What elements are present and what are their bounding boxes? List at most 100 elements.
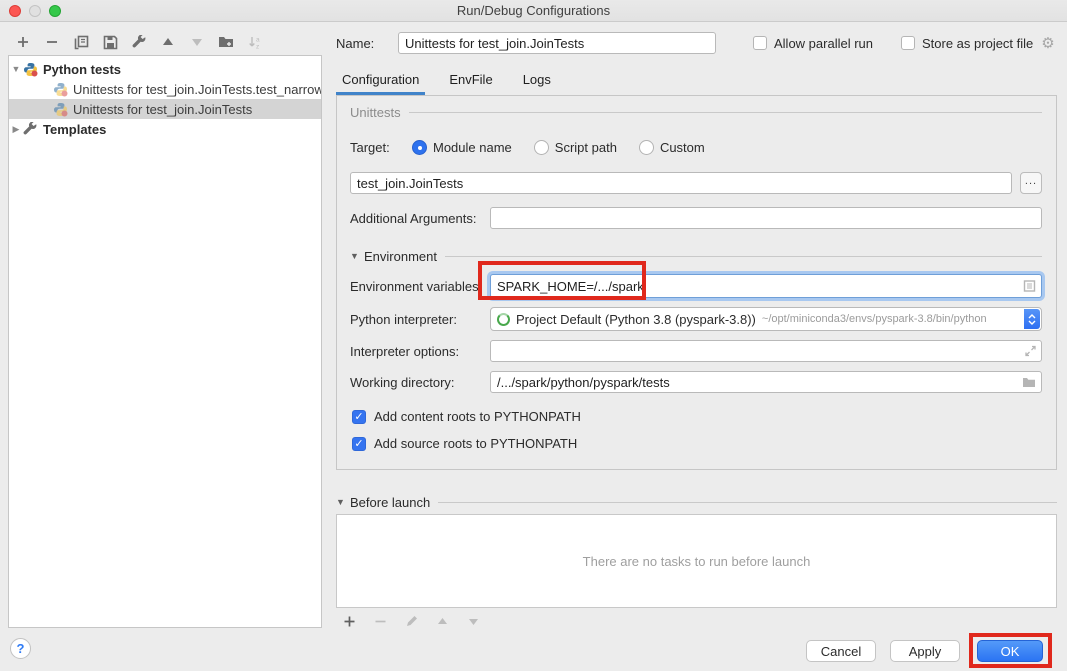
- environment-variables-label: Environment variables:: [350, 279, 490, 294]
- before-launch-empty-text: There are no tasks to run before launch: [583, 554, 811, 569]
- copy-icon[interactable]: [72, 33, 90, 51]
- radio-script-path[interactable]: Script path: [534, 140, 617, 155]
- checkbox-checked[interactable]: ✓: [352, 410, 366, 424]
- python-test-icon: [53, 102, 68, 117]
- checkbox-unchecked[interactable]: [753, 36, 767, 50]
- tree-item-label: Unittests for test_join.JoinTests: [73, 102, 252, 117]
- ok-button[interactable]: OK: [977, 640, 1043, 662]
- allow-parallel-run-label: Allow parallel run: [774, 36, 873, 51]
- add-task-icon[interactable]: [340, 612, 358, 630]
- gear-icon[interactable]: ⚙: [1041, 36, 1054, 51]
- add-content-roots-label: Add content roots to PYTHONPATH: [374, 409, 581, 424]
- add-source-roots-label: Add source roots to PYTHONPATH: [374, 436, 577, 451]
- configuration-panel: Unittests Target: Module name Script pat…: [336, 95, 1057, 470]
- apply-button[interactable]: Apply: [890, 640, 960, 662]
- add-icon[interactable]: [14, 33, 32, 51]
- module-name-row: test_join.JoinTests ...: [350, 172, 1042, 194]
- move-up-icon[interactable]: [159, 33, 177, 51]
- browse-variables-icon[interactable]: [1023, 280, 1036, 293]
- chevron-down-icon[interactable]: ▼: [9, 64, 23, 74]
- tree-item-templates[interactable]: ▶ Templates: [9, 119, 321, 139]
- python-interpreter-select[interactable]: Project Default (Python 3.8 (pyspark-3.8…: [490, 307, 1042, 331]
- create-new-folder-icon[interactable]: [217, 33, 235, 51]
- environment-variables-input[interactable]: SPARK_HOME=/.../spark: [490, 274, 1042, 298]
- browse-button[interactable]: ...: [1020, 172, 1042, 194]
- help-button[interactable]: ?: [10, 638, 31, 659]
- radio-script-path-label: Script path: [555, 140, 617, 155]
- configurations-toolbar: az: [14, 32, 264, 52]
- tree-item-label: Templates: [43, 122, 106, 137]
- additional-arguments-label: Additional Arguments:: [350, 211, 490, 226]
- tree-item-label: Python tests: [43, 62, 121, 77]
- radio-icon[interactable]: [639, 140, 654, 155]
- radio-custom[interactable]: Custom: [639, 140, 705, 155]
- name-value: Unittests for test_join.JoinTests: [405, 36, 584, 51]
- store-as-project-file-label: Store as project file: [922, 36, 1033, 51]
- python-interpreter-path: ~/opt/miniconda3/envs/pyspark-3.8/bin/py…: [762, 313, 987, 325]
- environment-section-label: Environment: [364, 249, 437, 264]
- python-interpreter-label: Python interpreter:: [350, 312, 490, 327]
- tree-item-jointests-selected[interactable]: Unittests for test_join.JoinTests: [9, 99, 321, 119]
- environment-section-header[interactable]: ▼ Environment: [350, 248, 1042, 264]
- select-stepper-icon[interactable]: [1024, 309, 1040, 329]
- store-as-project-file-checkbox[interactable]: Store as project file: [901, 36, 1033, 51]
- name-row: Name: Unittests for test_join.JoinTests …: [336, 31, 1057, 55]
- working-directory-input[interactable]: /.../spark/python/pyspark/tests: [490, 371, 1042, 393]
- remove-task-icon: [371, 612, 389, 630]
- python-interpreter-row: Python interpreter: Project Default (Pyt…: [350, 307, 1042, 331]
- before-launch-task-list[interactable]: There are no tasks to run before launch: [336, 514, 1057, 608]
- tree-item-python-tests[interactable]: ▼ Python tests: [9, 59, 321, 79]
- move-down-icon: [188, 33, 206, 51]
- name-label: Name:: [336, 36, 398, 51]
- radio-icon[interactable]: [534, 140, 549, 155]
- python-interpreter-value: Project Default (Python 3.8 (pyspark-3.8…: [516, 312, 756, 327]
- unittests-section-label: Unittests: [350, 105, 401, 120]
- check-icon: ✓: [354, 437, 363, 450]
- edit-task-icon: [402, 612, 420, 630]
- additional-arguments-row: Additional Arguments:: [350, 207, 1042, 229]
- before-launch-toolbar: [340, 612, 482, 630]
- interpreter-options-input[interactable]: [490, 340, 1042, 362]
- save-icon[interactable]: [101, 33, 119, 51]
- remove-icon[interactable]: [43, 33, 61, 51]
- radio-module-name-label: Module name: [433, 140, 512, 155]
- configurations-tree: ▼ Python tests Unittests for test_join.J…: [8, 55, 322, 628]
- add-content-roots-checkbox[interactable]: ✓ Add content roots to PYTHONPATH: [352, 409, 1042, 424]
- move-task-up-icon: [433, 612, 451, 630]
- chevron-right-icon[interactable]: ▶: [9, 124, 23, 135]
- working-directory-label: Working directory:: [350, 375, 490, 390]
- name-input[interactable]: Unittests for test_join.JoinTests: [398, 32, 716, 54]
- edit-templates-icon[interactable]: [130, 33, 148, 51]
- additional-arguments-input[interactable]: [490, 207, 1042, 229]
- templates-wrench-icon: [23, 122, 38, 137]
- checkbox-unchecked[interactable]: [901, 36, 915, 50]
- allow-parallel-run-checkbox[interactable]: Allow parallel run: [753, 36, 873, 51]
- environment-variables-value: SPARK_HOME=/.../spark: [497, 279, 644, 294]
- checkbox-checked[interactable]: ✓: [352, 437, 366, 451]
- cancel-button[interactable]: Cancel: [806, 640, 876, 662]
- sort-configurations-icon: az: [246, 33, 264, 51]
- chevron-down-icon[interactable]: ▼: [336, 497, 350, 507]
- expand-field-icon[interactable]: [1025, 346, 1036, 357]
- target-row: Target: Module name Script path Custom: [350, 140, 1042, 155]
- working-directory-value: /.../spark/python/pyspark/tests: [497, 375, 670, 390]
- tree-item-test-narrow[interactable]: Unittests for test_join.JoinTests.test_n…: [9, 79, 321, 99]
- python-test-icon: [53, 82, 68, 97]
- tab-logs[interactable]: Logs: [517, 72, 557, 95]
- add-source-roots-checkbox[interactable]: ✓ Add source roots to PYTHONPATH: [352, 436, 1042, 451]
- chevron-down-icon[interactable]: ▼: [350, 251, 364, 261]
- tab-envfile[interactable]: EnvFile: [443, 72, 498, 95]
- before-launch-label: Before launch: [350, 495, 430, 510]
- working-directory-row: Working directory: /.../spark/python/pys…: [350, 371, 1042, 393]
- radio-module-name[interactable]: Module name: [412, 140, 512, 155]
- module-name-input[interactable]: test_join.JoinTests: [350, 172, 1012, 194]
- folder-icon[interactable]: [1022, 376, 1036, 388]
- svg-text:a: a: [256, 36, 260, 43]
- window-title: Run/Debug Configurations: [0, 3, 1067, 18]
- radio-custom-label: Custom: [660, 140, 705, 155]
- radio-selected-icon[interactable]: [412, 140, 427, 155]
- environment-variables-row: Environment variables: SPARK_HOME=/.../s…: [350, 274, 1042, 298]
- tab-configuration[interactable]: Configuration: [336, 72, 425, 95]
- before-launch-section-header[interactable]: ▼ Before launch: [336, 494, 1057, 510]
- conda-environment-icon: [497, 313, 510, 326]
